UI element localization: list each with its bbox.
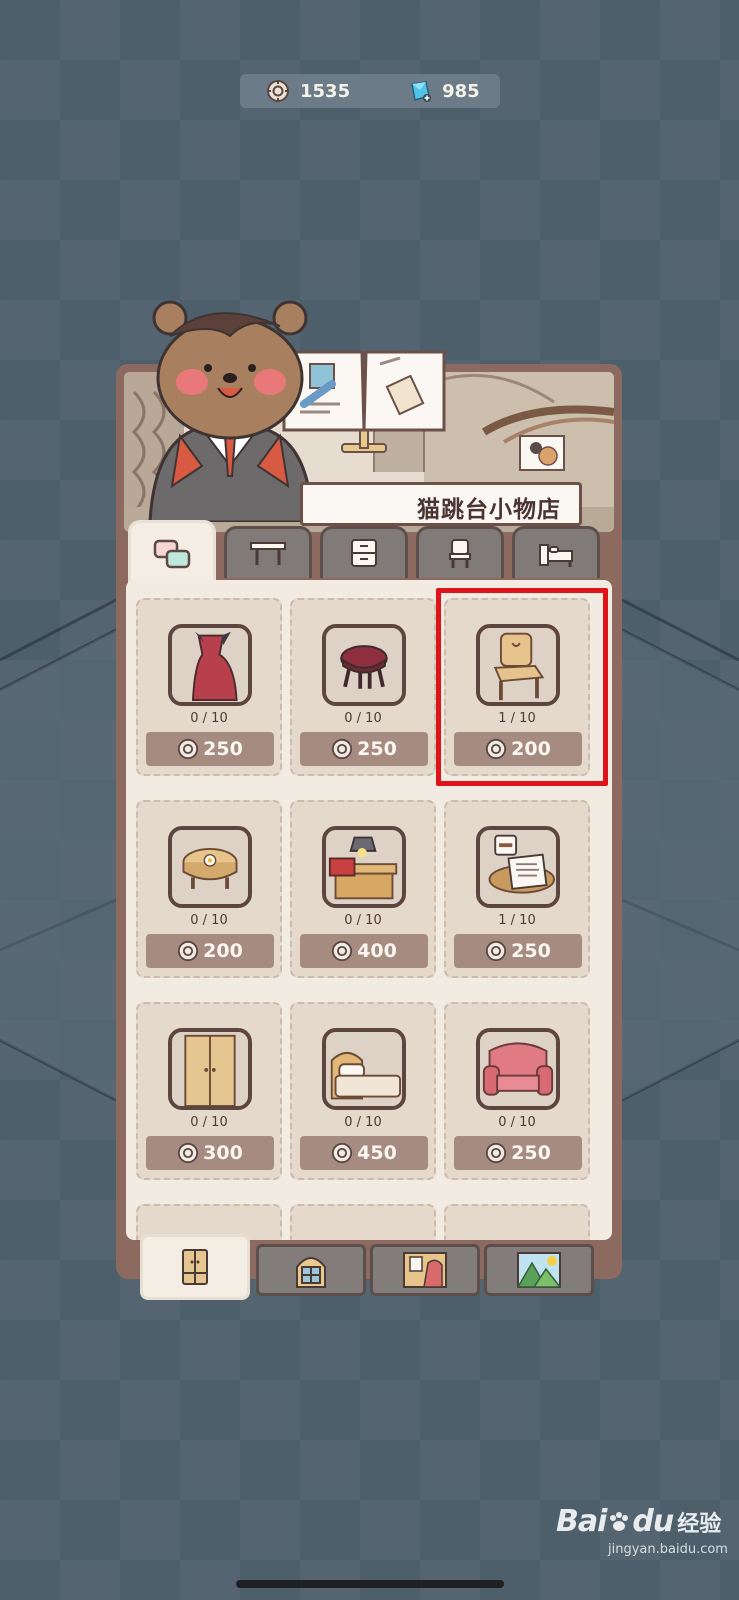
tab-beds[interactable] [512,526,600,578]
item-price: 300 [203,1142,243,1164]
item-image [322,826,406,908]
coin-icon [178,940,199,962]
item-price: 250 [357,738,397,760]
shopkeeper-bear-icon [148,300,314,522]
landscape-icon [516,1252,562,1288]
item-price: 250 [511,1142,551,1164]
buy-button[interactable]: 250 [300,732,428,766]
wardrobe-icon [172,1032,248,1106]
coin-counter: 1535 [266,74,350,108]
item-image [322,1028,406,1110]
watermark-brand-2: du [632,1504,674,1539]
table-icon [250,541,286,565]
item-owned-count: 0 / 10 [190,913,228,928]
shop-item-card[interactable]: 1 / 10 250 [444,800,590,978]
cat-sign-icon [519,435,565,471]
item-image [168,826,252,908]
currency-bar: 1535 985 [240,74,500,108]
item-owned-count: 0 / 10 [344,913,382,928]
tea-table-icon [480,830,556,904]
tab-outdoor[interactable] [484,1244,594,1296]
item-owned-count: 0 / 10 [190,711,228,726]
item-owned-count: 1 / 10 [498,913,536,928]
lamp-nightstand-icon [326,830,402,904]
wall-decor-icon [403,1252,447,1288]
shop-title-sign: 猫跳台小物店 [300,482,582,526]
shop-item-card[interactable]: 0 / 10 250 [444,1002,590,1180]
round-flower-table-icon [172,830,248,904]
tab-windows[interactable] [256,1244,366,1296]
tab-chairs[interactable] [416,526,504,578]
buy-button[interactable]: 300 [146,1136,274,1170]
watermark-brand: Bai [556,1504,607,1539]
shop-item-card[interactable] [444,1204,590,1240]
item-image [476,1028,560,1110]
item-image [168,1028,252,1110]
shop-item-card[interactable]: 0 / 10 450 [290,1002,436,1180]
coin-icon [332,738,353,760]
coin-icon [267,80,289,102]
tab-furniture[interactable] [140,1234,250,1300]
coin-icon [486,940,507,962]
shop-item-card[interactable]: 0 / 10 300 [136,1002,282,1180]
tab-wall-decor[interactable] [370,1244,480,1296]
tab-cabinets[interactable] [320,526,408,578]
buy-button[interactable]: 450 [300,1136,428,1170]
buy-button[interactable]: 250 [146,732,274,766]
item-image [322,624,406,706]
gem-counter: 985 [408,74,480,108]
chat-bubbles-icon [153,539,191,568]
pink-sofa-icon [480,1032,556,1106]
item-price: 400 [357,940,397,962]
baidu-watermark: Bai du 经验 [556,1504,721,1539]
buy-button[interactable]: 250 [454,1136,582,1170]
red-dress-icon [172,628,248,702]
paw-icon [610,1511,629,1531]
gem-amount: 985 [442,80,480,102]
buy-button[interactable]: 400 [300,934,428,968]
item-owned-count: 0 / 10 [344,711,382,726]
buy-button[interactable]: 200 [146,934,274,968]
coin-icon [332,940,353,962]
bed-icon [539,543,573,567]
shop-item-card[interactable] [290,1204,436,1240]
coin-icon [178,1142,199,1164]
item-image [168,624,252,706]
gem-icon [411,81,432,102]
item-owned-count: 0 / 10 [344,1115,382,1130]
coin-amount: 1535 [300,80,351,102]
item-image [476,826,560,908]
bed-icon [326,1032,402,1106]
shop-item-card[interactable]: 0 / 10 250 [136,598,282,776]
window-icon [296,1257,326,1288]
item-price: 250 [511,940,551,962]
coin-icon [332,1142,353,1164]
tab-tables[interactable] [224,526,312,578]
coin-icon [486,1142,507,1164]
item-price: 200 [203,940,243,962]
item-owned-count: 0 / 10 [498,1115,536,1130]
selection-highlight [436,588,608,786]
watermark-url: jingyan.baidu.com [608,1542,728,1557]
home-indicator[interactable] [236,1580,504,1588]
cabinet-icon [351,538,377,567]
shop-item-card[interactable]: 0 / 10 250 [290,598,436,776]
chair-icon [449,538,471,568]
watermark-sub: 经验 [677,1511,722,1537]
item-owned-count: 0 / 10 [190,1115,228,1130]
shop-item-card[interactable]: 0 / 10 400 [290,800,436,978]
item-price: 250 [203,738,243,760]
coin-icon [178,738,199,760]
wardrobe-icon [182,1249,208,1285]
red-stool-icon [326,628,402,702]
buy-button[interactable]: 250 [454,934,582,968]
item-price: 450 [357,1142,397,1164]
tab-all-items[interactable] [128,520,216,584]
shop-title: 猫跳台小物店 [417,497,561,523]
shop-item-card[interactable]: 0 / 10 200 [136,800,282,978]
